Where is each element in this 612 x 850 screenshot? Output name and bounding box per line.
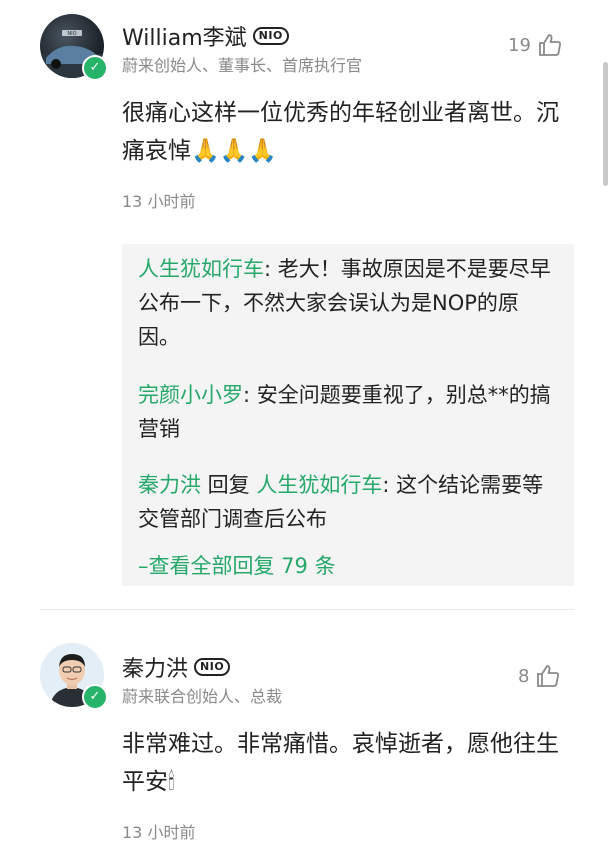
thumbs-up-icon [537,665,560,687]
reply-target[interactable]: 人生犹如行车 [256,473,382,497]
reply-separator: : [382,473,397,497]
nio-badge: NIO [252,27,289,45]
author-title: 蔚来创始人、董事长、首席执行官 [122,56,363,75]
reply-item[interactable]: 秦力洪 回复 人生犹如行车: 这个结论需要等交管部门调查后公布 [138,468,558,536]
reply-author[interactable]: 秦力洪 [138,473,201,497]
author-title: 蔚来联合创始人、总裁 [122,687,283,706]
view-all-replies-link[interactable]: –查看全部回复 79 条 [138,550,336,580]
author-name[interactable]: William李斌 [122,20,247,52]
like-button[interactable]: 8 [518,663,561,689]
avatar-brand-text: NIO [67,31,76,37]
like-count: 8 [518,665,530,687]
reply-mid: 回复 [201,473,257,497]
divider [40,609,574,610]
comment-text: 很痛心这样一位优秀的年轻创业者离世。沉痛哀悼🙏🙏🙏 [122,100,559,164]
reply-author[interactable]: 完颜小小罗 [138,383,243,407]
comment-text: 非常难过。非常痛惜。哀悼逝者，愿他往生平安🕯 [122,731,559,795]
reply-item[interactable]: 完颜小小罗: 安全问题要重视了，别总**的搞营销 [138,378,558,446]
reply-separator: : [264,257,278,281]
like-count: 19 [508,34,531,56]
thumbs-up-icon [539,34,561,56]
author-row: 秦力洪 NIO [122,651,231,683]
reply-separator: : [243,383,257,407]
author-row: William李斌 NIO [122,20,289,52]
reply-item[interactable]: 人生犹如行车: 老大！事故原因是不是要尽早公布一下，不然大家会误认为是NOP的原… [138,252,558,354]
nio-badge: NIO [194,658,231,676]
verified-check-icon: ✓ [82,55,108,81]
reply-box: 人生犹如行车: 老大！事故原因是不是要尽早公布一下，不然大家会误认为是NOP的原… [122,244,574,586]
author-name[interactable]: 秦力洪 [122,651,188,683]
reply-author[interactable]: 人生犹如行车 [138,257,264,281]
comment-time: 13 小时前 [122,823,196,842]
comment-time: 13 小时前 [122,192,196,211]
scrollbar[interactable] [603,62,608,186]
verified-check-icon: ✓ [82,684,108,710]
like-button[interactable]: 19 [508,32,563,58]
